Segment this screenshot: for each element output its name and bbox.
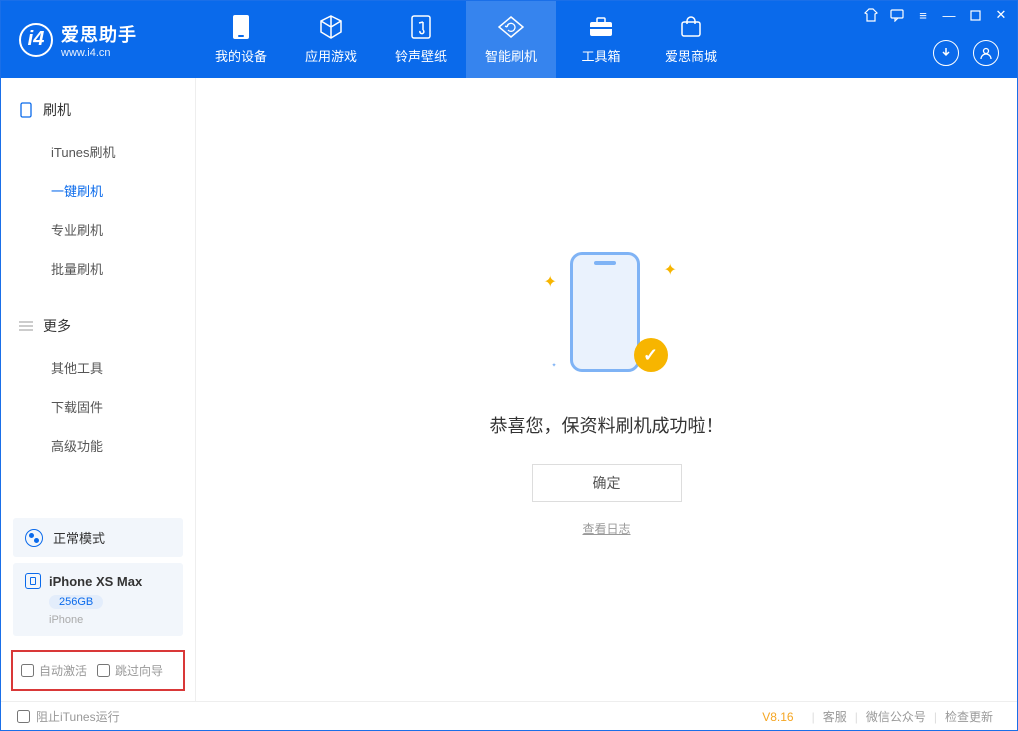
- view-log-link[interactable]: 查看日志: [582, 520, 630, 537]
- device-box[interactable]: iPhone XS Max 256GB iPhone: [13, 563, 183, 636]
- minimize-button[interactable]: —: [941, 7, 957, 23]
- sidebar-item-oneclick[interactable]: 一键刷机: [1, 171, 195, 210]
- sidebar-header-flash[interactable]: 刷机: [1, 92, 195, 128]
- ok-button[interactable]: 确定: [532, 464, 682, 502]
- nav-label: 应用游戏: [305, 46, 357, 65]
- nav-tab-toolbox[interactable]: 工具箱: [556, 1, 646, 78]
- device-type: iPhone: [49, 614, 171, 626]
- nav-label: 我的设备: [215, 46, 267, 65]
- refresh-icon: [498, 14, 524, 40]
- cube-icon: [318, 14, 344, 40]
- nav-tab-ringtone[interactable]: 铃声壁纸: [376, 1, 466, 78]
- auto-activate-input[interactable]: [21, 664, 34, 677]
- app-url: www.i4.cn: [61, 47, 137, 59]
- logo-text: 爱思助手 www.i4.cn: [61, 21, 137, 59]
- sidebar-item-firmware[interactable]: 下载固件: [1, 387, 195, 426]
- toolbox-icon: [588, 14, 614, 40]
- nav-tab-store[interactable]: 爱思商城: [646, 1, 736, 78]
- menu-icon[interactable]: ≡: [915, 7, 931, 23]
- download-icon[interactable]: [933, 40, 959, 66]
- list-icon: [19, 319, 33, 333]
- storage-badge: 256GB: [49, 595, 103, 609]
- sidebar-header-label: 刷机: [43, 100, 71, 120]
- sidebar-item-othertools[interactable]: 其他工具: [1, 348, 195, 387]
- sidebar-section-more: 更多 其他工具 下载固件 高级功能: [1, 294, 195, 471]
- logo-area[interactable]: i4 爱思助手 www.i4.cn: [1, 21, 196, 59]
- mode-label: 正常模式: [53, 528, 105, 547]
- skin-icon[interactable]: [863, 7, 879, 23]
- sparkle-icon: ✦: [544, 272, 552, 280]
- sidebar-header-label: 更多: [43, 316, 71, 336]
- sparkle-icon: ✦: [664, 260, 672, 268]
- close-button[interactable]: ✕: [993, 7, 1009, 23]
- nav-label: 智能刷机: [485, 46, 537, 65]
- update-link[interactable]: 检查更新: [937, 708, 1001, 725]
- sidebar-item-pro[interactable]: 专业刷机: [1, 210, 195, 249]
- skip-guide-input[interactable]: [97, 664, 110, 677]
- wechat-link[interactable]: 微信公众号: [858, 708, 934, 725]
- sidebar-items: 其他工具 下载固件 高级功能: [1, 344, 195, 471]
- sidebar-item-itunes[interactable]: iTunes刷机: [1, 132, 195, 171]
- main-content: ✦ ✦ ✦ ✓ 恭喜您，保资料刷机成功啦！ 确定 查看日志: [196, 78, 1017, 701]
- window-controls: ≡ — ✕: [863, 7, 1009, 23]
- device-small-icon: [25, 573, 41, 589]
- phone-graphic: [570, 252, 640, 372]
- user-icon[interactable]: [973, 40, 999, 66]
- block-itunes-checkbox[interactable]: 阻止iTunes运行: [17, 708, 120, 725]
- sidebar-item-batch[interactable]: 批量刷机: [1, 249, 195, 288]
- version-label: V8.16: [762, 710, 793, 724]
- device-name: iPhone XS Max: [49, 574, 142, 589]
- nav-tab-flash[interactable]: 智能刷机: [466, 1, 556, 78]
- nav-tabs: 我的设备 应用游戏 铃声壁纸 智能刷机 工具箱 爱思商城: [196, 1, 736, 78]
- header-actions: [933, 40, 999, 66]
- mode-icon: [25, 529, 43, 547]
- header: i4 爱思助手 www.i4.cn 我的设备 应用游戏 铃声壁纸 智能刷机 工具…: [1, 1, 1017, 78]
- logo-icon: i4: [19, 23, 53, 57]
- sidebar-header-more[interactable]: 更多: [1, 308, 195, 344]
- maximize-button[interactable]: [967, 7, 983, 23]
- success-message: 恭喜您，保资料刷机成功啦！: [490, 412, 724, 438]
- mode-box[interactable]: 正常模式: [13, 518, 183, 557]
- support-link[interactable]: 客服: [815, 708, 855, 725]
- block-itunes-input[interactable]: [17, 710, 30, 723]
- check-icon: ✓: [634, 338, 668, 372]
- sidebar: 刷机 iTunes刷机 一键刷机 专业刷机 批量刷机 更多 其他工具 下载固件 …: [1, 78, 196, 701]
- store-icon: [678, 14, 704, 40]
- sidebar-item-advanced[interactable]: 高级功能: [1, 426, 195, 465]
- auto-activate-label: 自动激活: [39, 662, 87, 679]
- auto-activate-checkbox[interactable]: 自动激活: [21, 662, 87, 679]
- sidebar-items: iTunes刷机 一键刷机 专业刷机 批量刷机: [1, 128, 195, 294]
- success-illustration: ✦ ✦ ✦ ✓: [542, 242, 672, 382]
- phone-outline-icon: [19, 103, 33, 117]
- block-itunes-label: 阻止iTunes运行: [36, 708, 120, 725]
- sidebar-section-flash: 刷机 iTunes刷机 一键刷机 专业刷机 批量刷机: [1, 78, 195, 294]
- nav-label: 爱思商城: [665, 46, 717, 65]
- nav-tab-device[interactable]: 我的设备: [196, 1, 286, 78]
- footer: 阻止iTunes运行 V8.16 | 客服 | 微信公众号 | 检查更新: [1, 701, 1017, 731]
- options-box: 自动激活 跳过向导: [11, 650, 185, 691]
- sparkle-icon: ✦: [552, 362, 560, 370]
- nav-label: 铃声壁纸: [395, 46, 447, 65]
- app-name: 爱思助手: [61, 21, 137, 47]
- skip-guide-label: 跳过向导: [115, 662, 163, 679]
- device-icon: [228, 14, 254, 40]
- skip-guide-checkbox[interactable]: 跳过向导: [97, 662, 163, 679]
- nav-label: 工具箱: [581, 46, 620, 65]
- body: 刷机 iTunes刷机 一键刷机 专业刷机 批量刷机 更多 其他工具 下载固件 …: [1, 78, 1017, 701]
- music-icon: [408, 14, 434, 40]
- feedback-icon[interactable]: [889, 7, 905, 23]
- nav-tab-apps[interactable]: 应用游戏: [286, 1, 376, 78]
